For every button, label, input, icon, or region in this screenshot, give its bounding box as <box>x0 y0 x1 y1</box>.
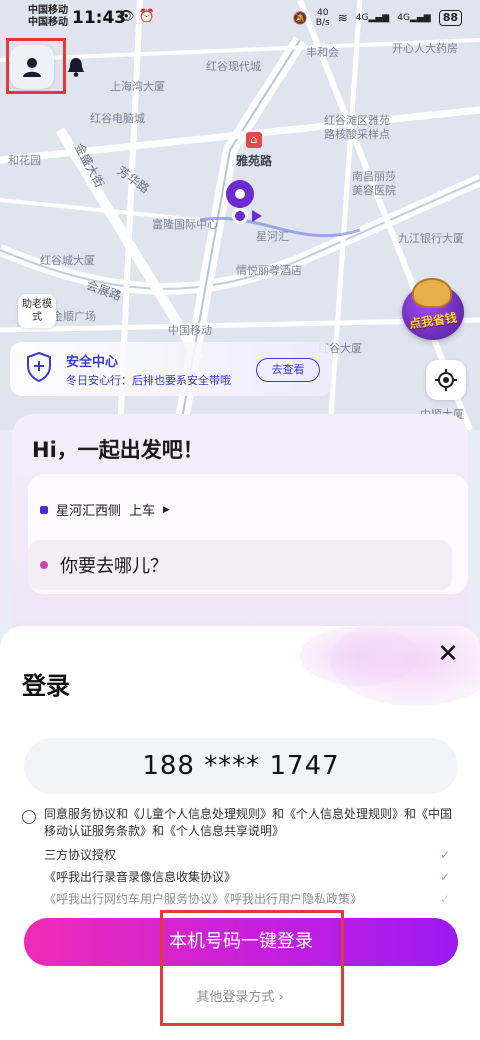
pickup-suffix: 上车 <box>129 504 156 519</box>
third-party-section: 三方协议授权 ✓ 《呼我出行录音录像信息收集协议》 ✓ 《呼我出行网约车用户服务… <box>44 844 454 910</box>
destination-placeholder: 你要去哪儿？ <box>60 556 168 577</box>
map-poi-label: 路核酸采样点 <box>324 128 390 141</box>
map-poi-label: 金顺广场 <box>52 310 96 323</box>
safety-subtitle: 冬日安心行：后排也要系安全带哦 <box>66 374 231 387</box>
promo-badge[interactable]: 点我省钱 <box>396 276 470 346</box>
map-poi-label: 中国移动 <box>168 324 212 337</box>
trip-card: 星河汇西侧 上车 ▶ 你要去哪儿？ <box>28 474 468 594</box>
wifi-icon: ≋ <box>337 11 348 25</box>
map-poi-label: 开心人大药房 <box>392 42 458 55</box>
safety-center-banner[interactable]: 安全中心 冬日安心行：后排也要系安全带哦 去查看 <box>10 342 332 396</box>
triangle-right-icon: ▶ <box>163 504 170 515</box>
notification-button[interactable] <box>54 45 98 89</box>
battery-icon: 88 <box>438 10 462 26</box>
assist-mode-button[interactable]: 助老模式 <box>18 294 56 328</box>
metro-icon: ⌂ <box>246 132 262 148</box>
map-poi-label: 红谷现代城 <box>206 60 261 73</box>
map-poi-label: 和花园 <box>8 154 41 167</box>
carrier-1: 中国移动 <box>28 5 68 16</box>
safety-view-button[interactable]: 去查看 <box>256 358 320 382</box>
carrier-2: 中国移动 <box>28 17 68 28</box>
shield-icon <box>27 352 51 382</box>
net-speed-unit: B/s <box>315 18 330 28</box>
map-poi-label: 红谷城大厦 <box>40 254 95 267</box>
crosshair-icon <box>435 369 457 391</box>
net-speed: 40 B/s <box>316 8 330 28</box>
pickup-name: 星河汇西侧 <box>56 504 122 519</box>
current-location-icon <box>232 208 248 224</box>
signal-1-label: 4G <box>355 13 369 23</box>
third-party-title-row: 三方协议授权 ✓ <box>44 844 454 866</box>
safety-title: 安全中心 <box>66 355 119 370</box>
map-poi-label: 美容医院 <box>352 184 396 197</box>
close-icon[interactable]: ✕ <box>434 640 462 668</box>
pickup-location[interactable]: 星河汇西侧 上车 ▶ <box>40 500 170 519</box>
agreement-section: 同意服务协议和《儿童个人信息处理规则》和《个人信息处理规则》和《中国移动认证服务… <box>22 806 460 840</box>
mute-icon: 🔕 <box>292 11 308 25</box>
phone-number-display: 188 **** 1747 <box>24 738 458 794</box>
map-poi-label: 情悦丽尊酒店 <box>236 264 302 277</box>
map-poi-label: 九江银行大厦 <box>398 232 464 245</box>
third-party-link[interactable]: 《呼我出行录音录像信息收集协议》 <box>44 870 236 884</box>
trip-panel: Hi，一起出发吧！ 星河汇西侧 上车 ▶ 你要去哪儿？ <box>12 414 468 654</box>
greeting-title: Hi，一起出发吧！ <box>32 438 204 462</box>
map-poi-label: 星河汇 <box>256 230 289 243</box>
map-poi-label: 上海湾大厦 <box>110 80 165 93</box>
destination-input[interactable]: 你要去哪儿？ <box>28 540 452 590</box>
check-icon: ✓ <box>439 848 450 862</box>
highlight-box <box>160 910 344 1026</box>
third-party-item[interactable]: 《呼我出行网约车用户服务协议》《呼我出行用户隐私政策》 ✓ <box>44 888 454 910</box>
map-poi-label: 丰和会 <box>306 46 339 59</box>
carrier-info: 中国移动 中国移动 <box>28 5 68 29</box>
metro-station-label: 雅苑路 <box>236 154 273 168</box>
signal-1: 4G▂▄▆ <box>355 13 390 23</box>
check-icon: ✓ <box>439 870 450 884</box>
map-poi-label: 红谷电脑城 <box>90 112 145 125</box>
locate-me-button[interactable] <box>426 360 466 400</box>
destination-dot-icon <box>40 561 48 569</box>
pickup-dot-icon <box>40 505 48 514</box>
status-icons: 👁⏰ <box>118 9 159 24</box>
signal-2-label: 4G <box>397 13 410 23</box>
agreement-checkbox[interactable] <box>22 810 36 824</box>
third-party-item[interactable]: 《呼我出行录音录像信息收集协议》 ✓ <box>44 866 454 888</box>
destination-pin-icon <box>226 180 254 208</box>
bell-icon <box>68 58 84 77</box>
direction-arrow-icon <box>252 210 262 222</box>
signal-2: 4G▂▄▆ <box>397 13 431 23</box>
money-bag-icon <box>412 278 452 308</box>
alarm-icon: ⏰ <box>138 9 159 24</box>
map-poi-label: 富隆国际中心 <box>152 218 218 231</box>
net-speed-value: 40 <box>317 8 329 18</box>
third-party-link[interactable]: 《呼我出行网约车用户服务协议》《呼我出行用户隐私政策》 <box>44 892 362 906</box>
status-right: 🔕 40 B/s ≋ 4G▂▄▆ 4G▂▄▆ 88 <box>293 8 462 28</box>
agreement-text[interactable]: 同意服务协议和《儿童个人信息处理规则》和《个人信息处理规则》和《中国移动认证服务… <box>22 806 460 840</box>
third-party-title: 三方协议授权 <box>44 848 117 862</box>
status-bar: 中国移动 中国移动 11:43 👁⏰ 🔕 40 B/s ≋ 4G▂▄▆ 4G▂▄… <box>0 0 480 34</box>
check-icon: ✓ <box>439 892 450 906</box>
login-title: 登录 <box>22 672 70 700</box>
eye-icon: 👁 <box>118 9 139 24</box>
